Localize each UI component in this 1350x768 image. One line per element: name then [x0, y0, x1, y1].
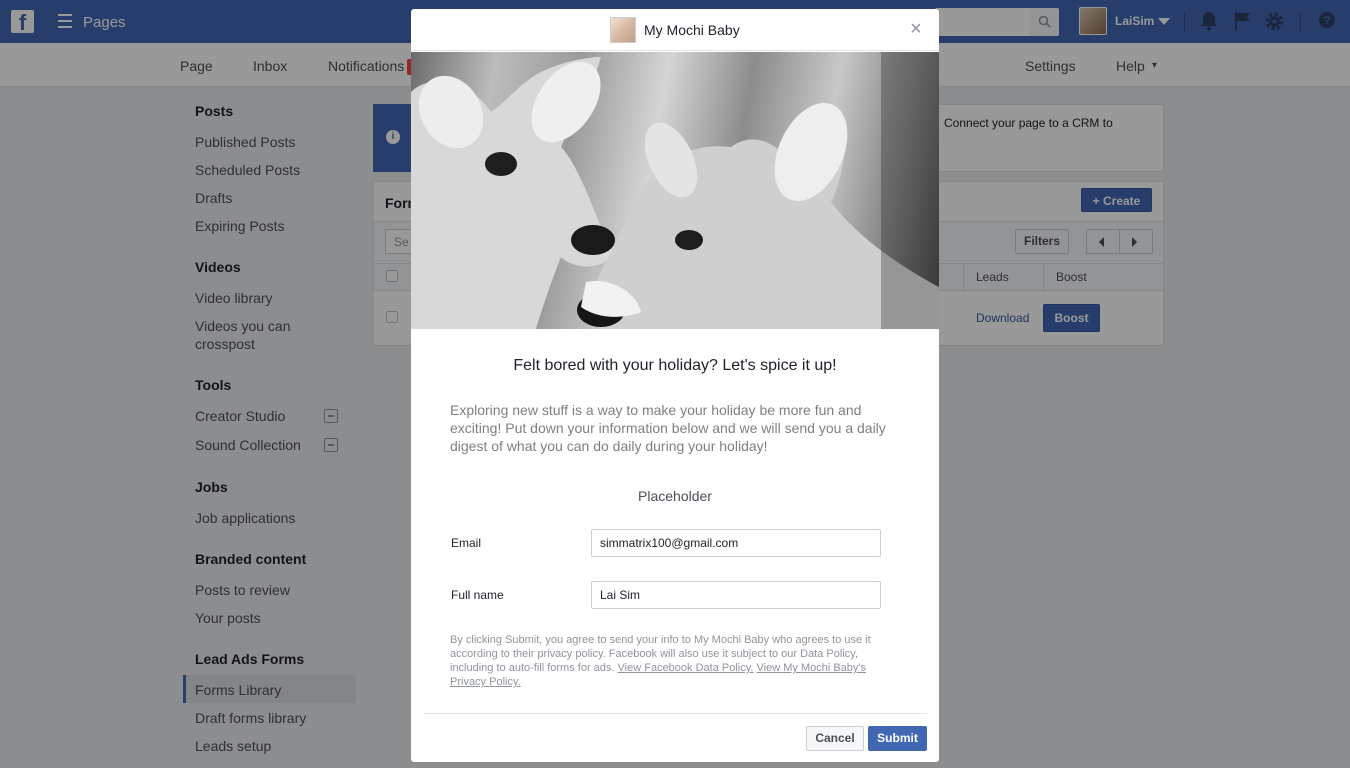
lead-form-preview-modal: My Mochi Baby × Felt bored with your hol…: [411, 9, 939, 762]
form-heading: Felt bored with your holiday? Let's spic…: [513, 357, 837, 374]
email-field[interactable]: [591, 529, 881, 557]
page-name: My Mochi Baby: [644, 22, 740, 38]
cancel-button[interactable]: Cancel: [806, 726, 864, 751]
footer-divider: [423, 713, 927, 714]
privacy-disclaimer: By clicking Submit, you agree to send yo…: [450, 633, 880, 689]
submit-button[interactable]: Submit: [868, 726, 927, 751]
full-name-field[interactable]: [591, 581, 881, 609]
form-description: Exploring new stuff is a way to make you…: [450, 402, 886, 454]
facebook-data-policy-link[interactable]: View Facebook Data Policy.: [618, 662, 754, 674]
modal-header: My Mochi Baby ×: [411, 9, 939, 51]
full-name-label: Full name: [451, 588, 504, 602]
deer-illustration: [411, 52, 939, 329]
form-placeholder-label: Placeholder: [638, 488, 712, 504]
page-avatar: [610, 17, 636, 43]
email-label: Email: [451, 536, 482, 550]
close-icon[interactable]: ×: [910, 19, 922, 39]
hero-image: [411, 52, 939, 329]
